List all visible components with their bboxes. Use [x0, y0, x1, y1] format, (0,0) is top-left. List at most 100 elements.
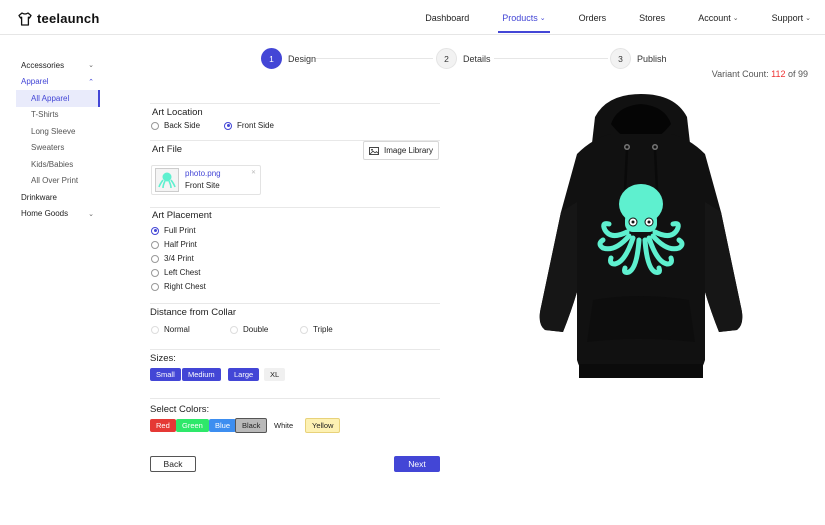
radio-right-chest[interactable]: Right Chest — [151, 282, 206, 291]
step-connector — [315, 58, 433, 59]
variant-count-suffix: of 99 — [785, 69, 808, 79]
art-placement-title: Art Placement — [152, 210, 212, 221]
radio-circle — [230, 325, 238, 334]
size-chip-xl[interactable]: XL — [264, 368, 286, 381]
chevron-down-icon: ⌄ — [539, 14, 546, 22]
radio-label: Triple — [313, 325, 333, 334]
radio-left-chest[interactable]: Left Chest — [151, 268, 200, 277]
nav-orders-label: Orders — [578, 12, 607, 23]
chevron-down-icon: ⌄ — [805, 14, 811, 22]
colors-title: Select Colors: — [150, 404, 210, 415]
section-divider — [150, 103, 440, 104]
radio-label: Double — [243, 325, 269, 334]
color-chip-red[interactable]: Red — [150, 419, 176, 432]
color-chip-white[interactable]: White — [268, 419, 300, 432]
nav-dashboard[interactable]: Dashboard — [425, 0, 469, 35]
step-label: Design — [288, 53, 317, 64]
step-design[interactable]: 1 Design — [261, 48, 316, 69]
logo-text: teelaunch — [37, 11, 100, 26]
close-icon[interactable]: ✕ — [251, 169, 256, 176]
radio-circle-selected — [151, 226, 159, 235]
nav-products-label: Products — [502, 12, 538, 23]
hoodie-mockup-image — [539, 94, 743, 378]
nav-stores-label: Stores — [639, 12, 666, 23]
next-button[interactable]: Next — [394, 456, 440, 472]
radio-half-print[interactable]: Half Print — [151, 240, 197, 249]
sizes-title: Sizes: — [150, 353, 176, 364]
art-file-card[interactable]: photo.png Front Site ✕ — [151, 165, 261, 195]
sidebar-subitem-t-shirts[interactable]: T-Shirts — [16, 107, 100, 124]
sidebar-subitem-all-over-print[interactable]: All Over Print — [16, 173, 100, 190]
sidebar-item-label: T-Shirts — [31, 110, 59, 120]
radio-label: Right Chest — [164, 282, 206, 291]
sidebar-item-drinkware[interactable]: Drinkware — [16, 189, 100, 206]
step-connector — [494, 58, 608, 59]
sidebar-item-accessories[interactable]: Accessories ⌄ — [16, 57, 100, 74]
radio-full-print[interactable]: Full Print — [151, 226, 196, 235]
radio-label: 3/4 Print — [164, 254, 194, 263]
color-chip-blue[interactable]: Blue — [209, 419, 237, 432]
step-label: Details — [463, 53, 491, 64]
sidebar-item-home-goods[interactable]: Home Goods ⌄ — [16, 206, 100, 223]
radio-circle — [151, 240, 159, 249]
radio-label: Half Print — [164, 240, 197, 249]
variant-count-value: 112 — [771, 69, 786, 79]
radio-collar-double[interactable]: Double — [230, 325, 268, 334]
radio-collar-normal[interactable]: Normal — [151, 325, 190, 334]
nav-orders[interactable]: Orders — [579, 0, 607, 35]
size-chip-small[interactable]: Small — [150, 368, 181, 381]
sidebar-item-label: All Apparel — [31, 93, 70, 103]
nav-account[interactable]: Account ⌄ — [698, 0, 738, 35]
sidebar-item-apparel[interactable]: Apparel ⌃ — [16, 74, 100, 91]
step-details[interactable]: 2 Details — [436, 48, 491, 69]
sidebar-subitem-long-sleeve[interactable]: Long Sleeve — [16, 123, 100, 140]
nav-dashboard-label: Dashboard — [425, 12, 470, 23]
sidebar-subitem-all-apparel[interactable]: All Apparel — [16, 90, 100, 107]
radio-label: Left Chest — [164, 268, 201, 277]
logo[interactable]: teelaunch — [18, 11, 99, 26]
nav-products[interactable]: Products ⌄ — [498, 0, 551, 35]
radio-circle — [151, 325, 159, 334]
radio-label: Full Print — [164, 226, 196, 235]
step-publish[interactable]: 3 Publish — [610, 48, 667, 69]
section-divider — [150, 207, 440, 208]
radio-circle-selected — [224, 121, 232, 130]
nav-stores[interactable]: Stores — [639, 0, 665, 35]
radio-back-side[interactable]: Back Side — [151, 121, 200, 130]
image-icon — [369, 146, 379, 155]
radio-circle — [151, 121, 159, 130]
collar-distance-title: Distance from Collar — [150, 307, 237, 318]
chevron-up-icon: ⌃ — [88, 78, 94, 86]
radio-front-side[interactable]: Front Side — [224, 121, 274, 130]
file-name[interactable]: photo.png — [185, 168, 221, 180]
radio-label: Front Side — [237, 121, 274, 130]
sidebar-item-label: Kids/Babies — [31, 159, 74, 169]
sidebar-subitem-kids-babies[interactable]: Kids/Babies — [16, 156, 100, 173]
radio-collar-triple[interactable]: Triple — [300, 325, 333, 334]
file-info: photo.png Front Site — [185, 168, 221, 192]
step-label: Publish — [637, 53, 667, 64]
image-library-button[interactable]: Image Library — [363, 141, 439, 160]
sidebar-item-label: Long Sleeve — [31, 126, 76, 136]
chevron-down-icon: ⌄ — [88, 210, 94, 218]
file-thumbnail — [155, 168, 179, 192]
size-chip-large[interactable]: Large — [228, 368, 260, 381]
tshirt-logo-icon — [18, 11, 32, 26]
back-button[interactable]: Back — [150, 456, 196, 472]
color-chip-yellow[interactable]: Yellow — [305, 418, 341, 433]
top-header: teelaunch Dashboard Products ⌄ Orders Sto… — [0, 0, 825, 35]
radio-label: Normal — [164, 325, 190, 334]
art-location-title: Art Location — [152, 107, 203, 118]
art-file-title: Art File — [152, 144, 183, 155]
radio-three-quarter-print[interactable]: 3/4 Print — [151, 254, 194, 263]
sidebar-item-label: Sweaters — [31, 143, 65, 153]
size-chip-medium[interactable]: Medium — [182, 368, 221, 381]
nav-support[interactable]: Support ⌄ — [772, 0, 811, 35]
radio-circle — [151, 254, 159, 263]
color-chip-green[interactable]: Green — [176, 419, 209, 432]
radio-label: Back Side — [164, 121, 201, 130]
sidebar-subitem-sweaters[interactable]: Sweaters — [16, 140, 100, 157]
sidebar-item-label: Home Goods — [21, 209, 69, 219]
color-chip-black[interactable]: Black — [235, 418, 268, 433]
step-number: 2 — [436, 48, 457, 69]
